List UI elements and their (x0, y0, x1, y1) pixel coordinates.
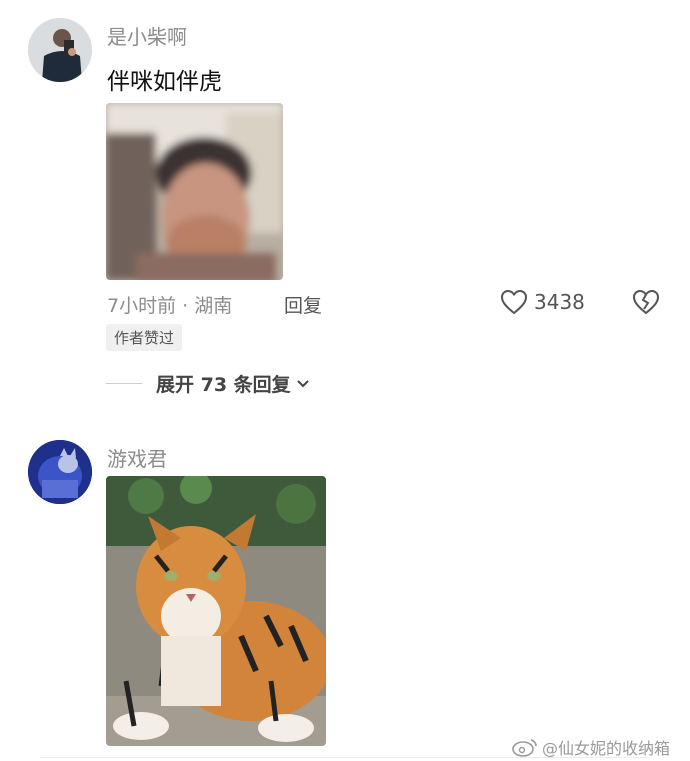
expand-replies-button[interactable]: 展开 73 条回复 (106, 370, 311, 397)
comment-photo[interactable] (106, 103, 283, 280)
user-avatar-icon (28, 18, 92, 82)
avatar[interactable] (28, 18, 92, 82)
avatar[interactable] (28, 440, 92, 504)
author-liked-badge: 作者赞过 (106, 324, 183, 351)
reply-button[interactable]: 回复 (284, 291, 322, 318)
like-button[interactable]: 3438 (500, 289, 585, 315)
comment-photo[interactable] (106, 476, 326, 746)
weibo-logo-icon (512, 739, 537, 757)
expand-divider (106, 383, 142, 384)
comment-time-location: 7小时前 · 湖南 (107, 295, 233, 317)
comment-username[interactable]: 游戏君 (107, 443, 167, 472)
bottom-divider (40, 757, 650, 758)
like-count: 3438 (534, 290, 585, 314)
user-avatar-icon (28, 440, 92, 504)
heart-outline-icon (500, 289, 528, 315)
watermark-text: @仙女妮的收纳箱 (542, 739, 671, 758)
comment-text: 伴咪如伴虎 (107, 69, 222, 95)
chevron-down-icon (296, 379, 309, 387)
expand-replies-label: 展开 73 条回复 (156, 374, 291, 396)
comment-username[interactable]: 是小柴啊 (107, 21, 187, 50)
dislike-button[interactable] (632, 289, 660, 319)
comment-item: 是小柴啊 伴咪如伴虎 7小时前 · 湖南 回复 3438 作者赞过 展开 73 … (0, 0, 690, 420)
watermark: @仙女妮的收纳箱 (512, 735, 670, 759)
broken-heart-icon (632, 289, 660, 315)
comment-item: 游戏君 (0, 420, 690, 761)
